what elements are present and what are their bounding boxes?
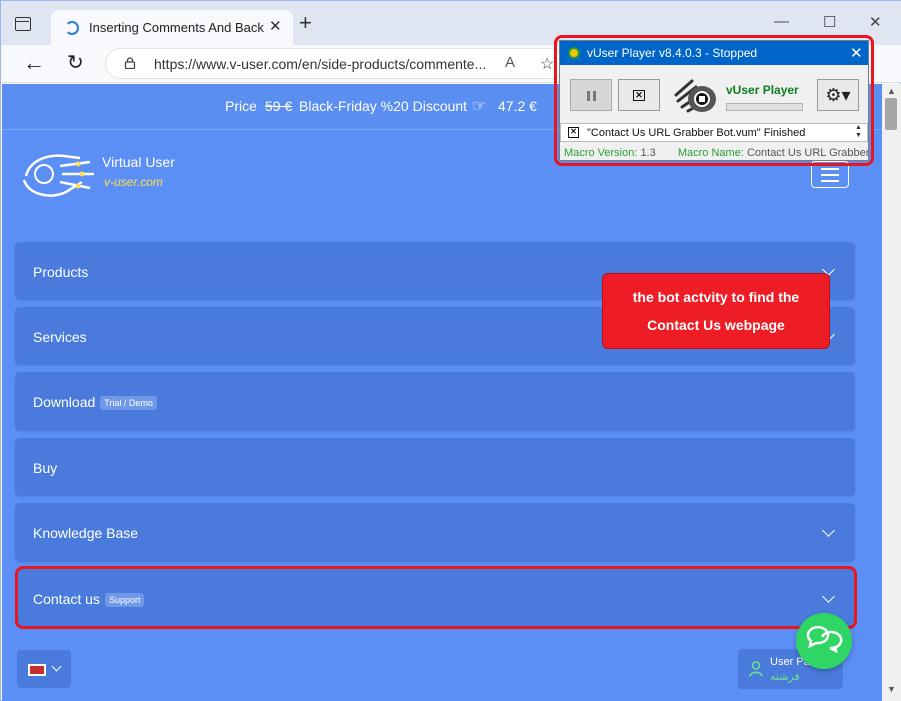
tab-actions-icon[interactable] (15, 17, 31, 31)
read-aloud-icon[interactable]: A (505, 54, 515, 71)
status-line: ✕ "Contact Us URL Grabber Bot.vum" Finis… (560, 123, 868, 142)
whatsapp-chat-icon[interactable] (796, 613, 852, 669)
trial-demo-badge: Trial / Demo (100, 396, 157, 411)
stop-button[interactable]: ✕ (618, 79, 660, 111)
promo-price-label: Price (225, 98, 257, 114)
macro-version-value: 1.3 (640, 147, 656, 159)
tab-close-icon[interactable]: ✕ (269, 17, 282, 35)
tab-title: Inserting Comments And Backlin (89, 20, 264, 35)
status-stopped-icon: ✕ (568, 127, 579, 138)
uk-flag-icon (28, 664, 46, 676)
page-viewport: Price 59 € Black-Friday %20 Discount ☞ 4… (2, 84, 882, 701)
macro-name-value: Contact Us URL Grabber Bo (746, 147, 868, 159)
promo-old-price: 59 € (265, 98, 293, 114)
robot-hand-logo-icon (22, 154, 94, 197)
site-logo[interactable]: Virtual User v-user.com (20, 146, 190, 202)
url-text[interactable]: https://www.v-user.com/en/side-products/… (154, 56, 499, 72)
menu-item-label: Download Trial / Demo (33, 394, 157, 411)
macro-name-label: Macro Name: (677, 147, 744, 159)
vertical-scrollbar[interactable]: ▲ ▼ (882, 84, 901, 701)
user-icon (749, 661, 763, 677)
status-text: "Contact Us URL Grabber Bot.vum" Finishe… (587, 127, 806, 139)
lock-icon[interactable] (124, 57, 136, 69)
close-window-button[interactable]: ✕ (869, 13, 882, 31)
player-title: vUser Player v8.4.0.3 - Stopped (587, 46, 758, 60)
user-panel-label-fa: فرشته (770, 671, 800, 683)
address-bar[interactable]: https://www.v-user.com/en/side-products/… (105, 48, 565, 79)
menu-item-label: Services (33, 329, 87, 345)
scroll-up-arrow-icon[interactable]: ▲ (887, 86, 896, 96)
download-label: Download (33, 394, 96, 410)
pause-bar (593, 91, 596, 101)
minimize-button[interactable]: — (774, 13, 789, 30)
vuser-hand-logo-icon (674, 79, 716, 113)
new-tab-button[interactable]: + (299, 12, 312, 34)
menu-item-buy[interactable]: Buy (15, 438, 855, 496)
hamburger-line (821, 180, 839, 182)
contact-us-highlight (15, 566, 857, 629)
menu-item-label: Buy (33, 460, 58, 476)
status-spinner-icon[interactable]: ▲ ▼ (855, 124, 862, 140)
scroll-thumb[interactable] (885, 98, 897, 130)
stop-icon: ✕ (633, 90, 645, 101)
player-app-icon (568, 47, 580, 59)
chevron-down-icon (822, 524, 835, 537)
chat-bubbles-icon (806, 625, 843, 654)
player-close-icon[interactable]: ✕ (850, 44, 863, 62)
pause-button[interactable] (570, 79, 612, 111)
callout-line-1: the bot actvity to find the (632, 289, 800, 305)
callout-line-2: Contact Us webpage (647, 317, 785, 333)
settings-gear-icon[interactable]: ⚙▾ (817, 79, 859, 111)
player-name: vUser Player (726, 83, 799, 97)
scroll-down-arrow-icon[interactable]: ▼ (887, 684, 896, 694)
back-button[interactable]: ← (23, 50, 45, 76)
macro-info: Macro Version: 1.3 Macro Name: Contact U… (564, 147, 868, 159)
macro-version-label: Macro Version: (564, 147, 638, 159)
menu-item-label: Products (33, 264, 89, 280)
maximize-button[interactable]: ☐ (823, 13, 836, 31)
promo-new-price: 47.2 € (498, 98, 537, 114)
player-progress-bar (726, 103, 803, 111)
logo-url: v-user.com (104, 175, 163, 189)
browser-tab[interactable]: Inserting Comments And Backlin ✕ (51, 10, 293, 45)
pointing-hand-icon: ☞ (472, 98, 487, 115)
pause-bar (587, 91, 590, 101)
menu-item-download[interactable]: Download Trial / Demo (15, 372, 855, 431)
hamburger-line (821, 174, 839, 176)
tab-favicon-icon (65, 21, 79, 35)
favorite-star-icon[interactable]: ☆ (540, 54, 554, 74)
logo-name: Virtual User (102, 154, 175, 170)
player-titlebar[interactable]: vUser Player v8.4.0.3 - Stopped ✕ (560, 41, 868, 65)
menu-item-label: Knowledge Base (33, 525, 139, 541)
promo-discount-text: Black-Friday %20 Discount (299, 98, 468, 114)
hamburger-line (821, 168, 839, 170)
chevron-down-icon (51, 661, 62, 672)
annotation-callout: the bot actvity to find the Contact Us w… (602, 273, 830, 349)
vuser-player-window: vUser Player v8.4.0.3 - Stopped ✕ ✕ vUse… (559, 40, 869, 161)
refresh-button[interactable]: ↻ (67, 50, 84, 75)
browser-window: Inserting Comments And Backlin ✕ + — ☐ ✕… (0, 0, 901, 701)
menu-item-knowledge-base[interactable]: Knowledge Base (15, 503, 855, 562)
language-selector[interactable] (17, 650, 71, 688)
